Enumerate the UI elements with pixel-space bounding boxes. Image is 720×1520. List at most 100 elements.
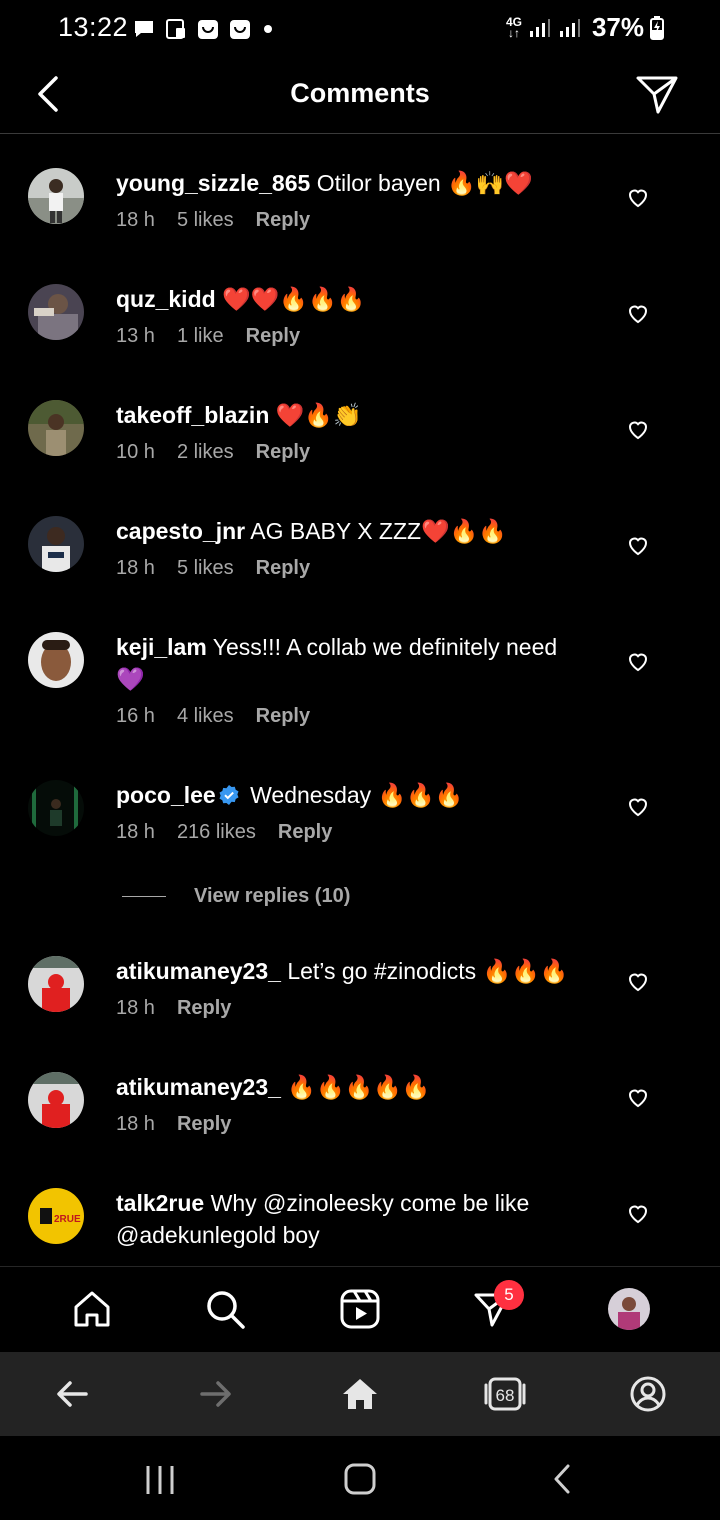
reply-button[interactable]: Reply <box>177 1113 231 1136</box>
comment-username[interactable]: keji_lam <box>116 634 207 660</box>
view-replies-button[interactable]: View replies (10) <box>122 885 350 908</box>
like-comment-button[interactable] <box>626 794 650 818</box>
comment-username[interactable]: capesto_jnr <box>116 518 245 544</box>
recent-apps-button[interactable] <box>140 1462 180 1498</box>
message-icon <box>132 17 156 41</box>
comment-username[interactable]: atikumaney23_ <box>116 1074 281 1100</box>
shopping-bag-icon <box>228 17 252 41</box>
comment-meta: 18 h 5 likes Reply <box>116 557 592 580</box>
network-type: 4G ↓↑ <box>505 14 522 40</box>
like-comment-button[interactable] <box>626 649 650 673</box>
heart-icon <box>628 1089 648 1108</box>
comment-username[interactable]: poco_lee <box>116 782 216 808</box>
reply-button[interactable]: Reply <box>256 209 310 232</box>
comment-username[interactable]: takeoff_blazin <box>116 402 269 428</box>
notification-icons <box>132 16 272 42</box>
home-icon <box>74 1291 110 1327</box>
view-replies-label: View replies (10) <box>194 885 351 907</box>
comment-time: 18 h <box>116 997 155 1019</box>
comment-time: 18 h <box>116 1113 155 1135</box>
heart-icon <box>628 798 648 817</box>
heart-icon <box>628 305 648 324</box>
system-home-button[interactable] <box>340 1462 380 1498</box>
comment-time: 18 h <box>116 209 155 231</box>
avatar[interactable] <box>28 780 84 836</box>
avatar[interactable] <box>28 168 84 224</box>
comment-time: 18 h <box>116 821 155 843</box>
nav-home[interactable] <box>70 1287 114 1331</box>
like-comment-button[interactable] <box>626 185 650 209</box>
like-comment-button[interactable] <box>626 533 650 557</box>
comments-header: Comments <box>0 56 720 134</box>
reply-button[interactable]: Reply <box>256 705 310 728</box>
nav-reels[interactable] <box>338 1287 382 1331</box>
shopping-bag-icon <box>196 17 220 41</box>
signal-icon <box>529 18 550 37</box>
system-back-button[interactable] <box>544 1462 584 1498</box>
avatar[interactable]: 2RUE <box>28 1188 84 1244</box>
browser-forward-button[interactable] <box>196 1374 236 1414</box>
comment-likes[interactable]: 1 like <box>177 325 224 348</box>
comment-text: talk2rue Why @zinoleesky come be like @a… <box>116 1190 530 1248</box>
status-time: 13:22 <box>58 12 129 42</box>
browser-tabs-button[interactable]: 68 <box>484 1374 526 1414</box>
avatar[interactable] <box>28 632 84 688</box>
comment-text: quz_kidd ❤️❤️🔥🔥🔥 <box>116 286 366 312</box>
recent-apps-icon <box>146 1466 174 1494</box>
browser-back-button[interactable] <box>52 1374 92 1414</box>
comment-meta: 16 h 4 likes Reply <box>116 705 592 728</box>
heart-icon <box>628 537 648 556</box>
avatar[interactable] <box>28 516 84 572</box>
status-bar: 13:22 4G ↓↑ 37% <box>0 0 720 56</box>
browser-account-button[interactable] <box>628 1374 668 1414</box>
like-comment-button[interactable] <box>626 1085 650 1109</box>
comment-meta: 10 h 2 likes Reply <box>116 441 592 464</box>
notification-badge: 5 <box>494 1280 524 1310</box>
heart-icon <box>628 1205 648 1224</box>
reply-button[interactable]: Reply <box>256 557 310 580</box>
comment-username[interactable]: atikumaney23_ <box>116 958 281 984</box>
bottom-nav: 5 <box>0 1266 720 1352</box>
svg-text:68: 68 <box>496 1386 515 1405</box>
reply-button[interactable]: Reply <box>278 821 332 844</box>
comment-text: poco_lee Wednesday 🔥🔥🔥 <box>116 782 464 808</box>
comment-text: atikumaney23_ 🔥🔥🔥🔥🔥 <box>116 1074 431 1100</box>
system-navigation-bar <box>0 1436 720 1520</box>
arrow-left-icon <box>57 1381 88 1407</box>
nav-search[interactable] <box>203 1287 247 1331</box>
comment-likes[interactable]: 2 likes <box>177 441 234 464</box>
comment-username[interactable]: quz_kidd <box>116 286 216 312</box>
browser-toolbar: 68 <box>0 1352 720 1436</box>
comment-meta: 18 h Reply <box>116 997 592 1020</box>
reply-button[interactable]: Reply <box>256 441 310 464</box>
heart-icon <box>628 653 648 672</box>
comment-text: atikumaney23_ Let’s go #zinodicts 🔥🔥🔥 <box>116 958 569 984</box>
reply-button[interactable]: Reply <box>177 997 231 1020</box>
comment-meta: 18 h 5 likes Reply <box>116 209 592 232</box>
signal-icon <box>559 18 580 37</box>
app-notification-icon <box>164 17 188 41</box>
svg-text:2RUE: 2RUE <box>54 1214 81 1225</box>
chevron-left-icon <box>554 1464 570 1494</box>
like-comment-button[interactable] <box>626 969 650 993</box>
comment-likes[interactable]: 216 likes <box>177 821 256 844</box>
nav-profile-avatar[interactable] <box>608 1288 650 1330</box>
comment-username[interactable]: talk2rue <box>116 1190 204 1216</box>
comment-likes[interactable]: 5 likes <box>177 209 234 232</box>
like-comment-button[interactable] <box>626 1201 650 1225</box>
heart-icon <box>628 973 648 992</box>
comment-text: capesto_jnr AG BABY X ZZZ❤️🔥🔥 <box>116 518 507 544</box>
like-comment-button[interactable] <box>626 417 650 441</box>
avatar[interactable] <box>28 284 84 340</box>
avatar[interactable] <box>28 956 84 1012</box>
browser-home-button[interactable] <box>340 1374 380 1414</box>
avatar[interactable] <box>28 1072 84 1128</box>
reply-button[interactable]: Reply <box>246 325 300 348</box>
comment-username[interactable]: young_sizzle_865 <box>116 170 310 196</box>
comment-likes[interactable]: 4 likes <box>177 705 234 728</box>
like-comment-button[interactable] <box>626 301 650 325</box>
comment-time: 13 h <box>116 325 155 347</box>
share-button[interactable] <box>634 72 680 118</box>
avatar[interactable] <box>28 400 84 456</box>
comment-likes[interactable]: 5 likes <box>177 557 234 580</box>
